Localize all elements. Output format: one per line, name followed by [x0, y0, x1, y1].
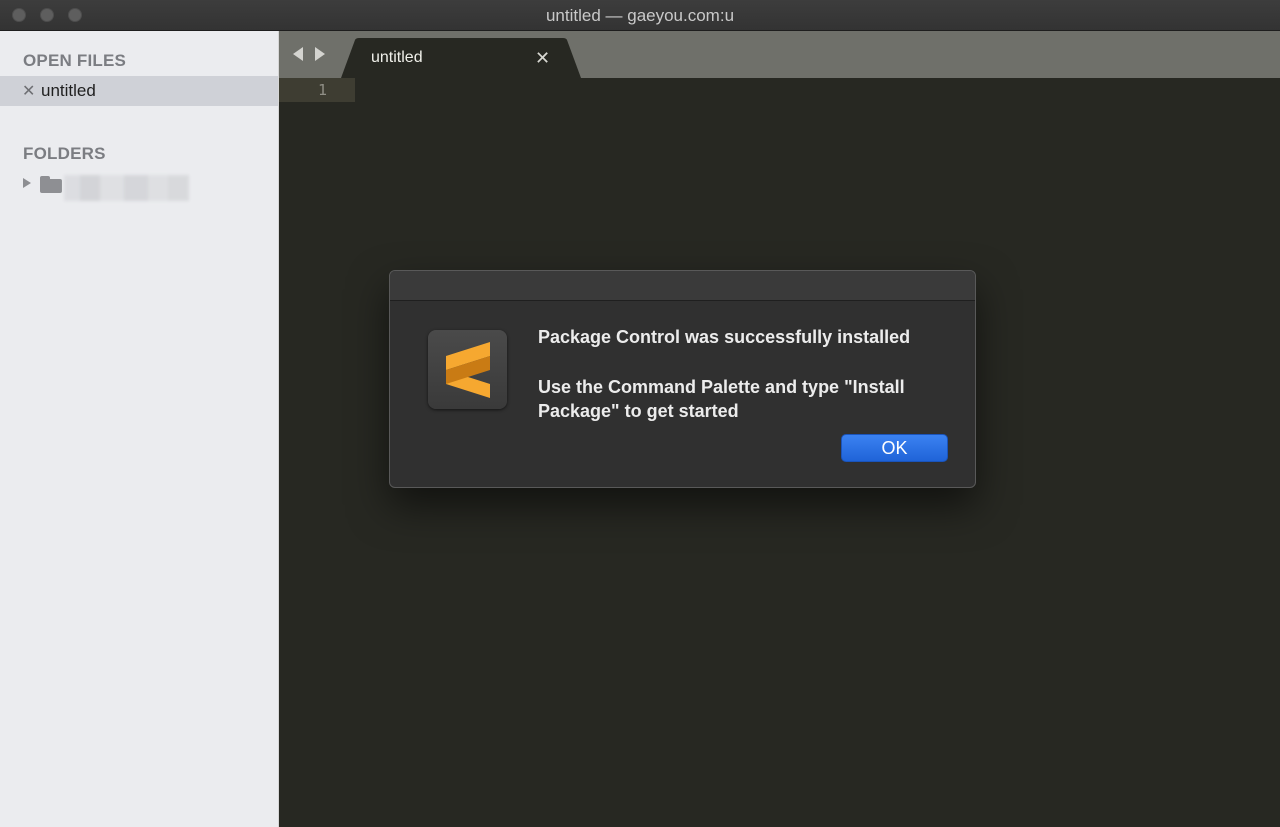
line-number: 1 [317, 81, 327, 99]
dialog-header [390, 271, 975, 301]
tab-navigation [293, 44, 329, 64]
folder-item[interactable] [0, 171, 278, 201]
disclosure-triangle-icon[interactable] [23, 178, 31, 188]
close-file-icon[interactable]: ✕ [22, 81, 35, 101]
sublime-text-icon [428, 330, 507, 409]
sidebar: OPEN FILES ✕ untitled FOLDERS [0, 31, 279, 827]
dialog-message: Use the Command Palette and type "Instal… [538, 377, 905, 421]
current-line-gutter: 1 [279, 78, 355, 102]
tab-label: untitled [371, 49, 423, 66]
open-files-heading: OPEN FILES [23, 51, 127, 70]
open-file-item[interactable]: ✕ untitled [0, 76, 278, 106]
tab-untitled[interactable]: untitled ✕ [341, 38, 581, 78]
folders-heading: FOLDERS [23, 144, 106, 163]
tab-bar: untitled ✕ [279, 31, 1280, 78]
dialog-title: Package Control was successfully install… [538, 327, 911, 347]
folder-icon [40, 176, 62, 193]
tab-close-icon[interactable]: ✕ [535, 48, 550, 69]
open-file-name: untitled [41, 81, 96, 100]
window-title: untitled — gaeyou.com:u [545, 6, 735, 25]
back-arrow-icon[interactable] [293, 47, 303, 61]
ok-button[interactable]: OK [841, 434, 948, 462]
folder-name-obscured [64, 175, 189, 201]
forward-arrow-icon[interactable] [315, 47, 325, 61]
title-bar: untitled — gaeyou.com:u [0, 0, 1280, 31]
alert-dialog: Package Control was successfully install… [389, 270, 976, 488]
